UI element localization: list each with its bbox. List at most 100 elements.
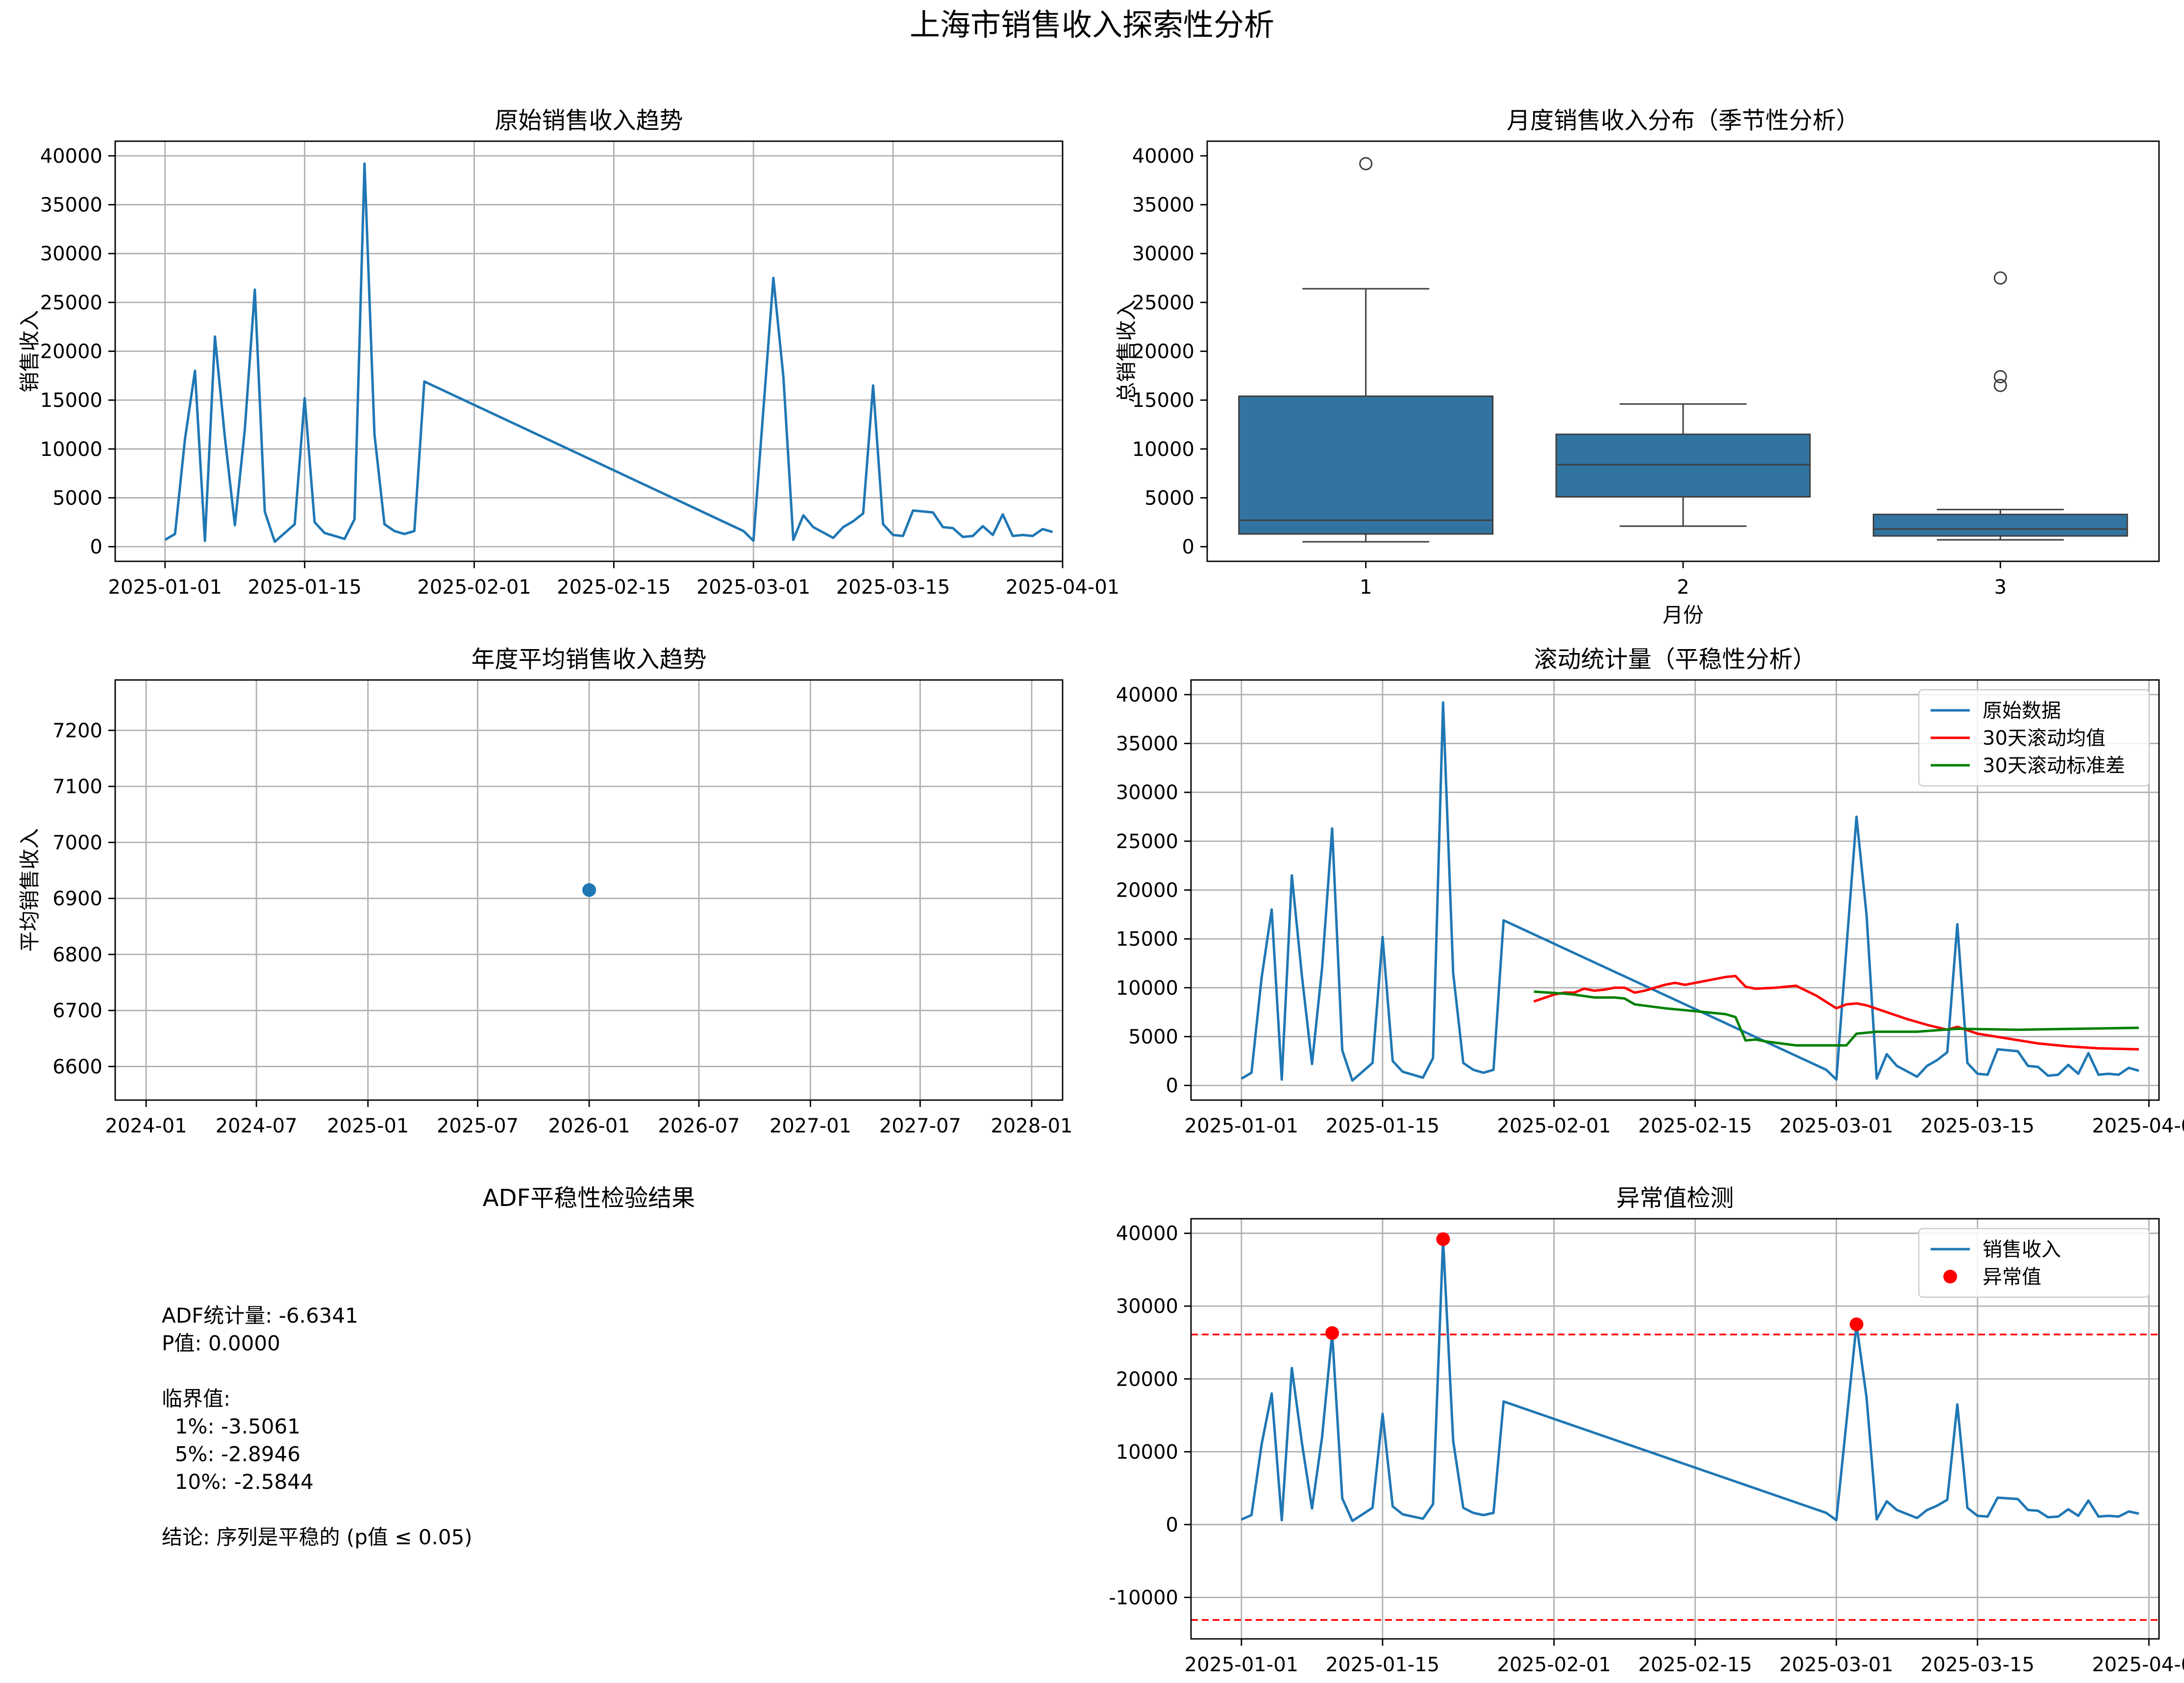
series-line-daily-sales [164,162,1053,543]
x-tick-label: 2025-03-15 [1920,1115,2034,1137]
adf-result-line: 1%: -3.5061 [162,1414,300,1438]
x-tick-label: 2024-01 [105,1115,187,1137]
x-tick-label: 2025-03-01 [1779,1654,1893,1676]
y-tick-label: 20000 [1132,341,1194,363]
chart-title: 异常值检测 [1616,1184,1734,1212]
x-tick-label: 2027-07 [879,1115,961,1137]
box-iqr [1238,395,1494,535]
box-iqr [1555,433,1811,498]
y-tick-label: 6900 [52,888,102,910]
x-tick-label: 2025-03-01 [696,576,810,599]
y-tick-label: 10000 [1132,438,1194,461]
x-tick-label: 2024-07 [216,1115,298,1137]
x-tick-label: 2025-02-15 [557,576,670,599]
x-tick-label: 2025-01-01 [108,576,222,599]
x-tick-label: 2025-01-15 [1326,1654,1439,1676]
y-tick-label: 6600 [52,1055,102,1078]
adf-result-line: 临界值: [162,1387,230,1411]
box-outlier [1359,157,1373,171]
y-axis-label: 总销售收入 [1115,300,1139,402]
x-tick-label: 2025-01-01 [1185,1654,1298,1676]
x-tick-label: 2026-07 [658,1115,740,1137]
rolling-stats-plot: 0 5000 10000 15000 20000 25000 30000 35000 40000… [1116,646,2184,1137]
y-tick-label: 40000 [1132,145,1194,168]
anomaly-point [1436,1232,1450,1246]
x-tick-label: 2 [1677,576,1689,599]
y-tick-label: 6700 [52,1000,102,1022]
y-tick-label: 30000 [40,243,102,265]
x-tick-label: 2025-04-01 [2092,1115,2184,1137]
y-tick-label: 15000 [1116,928,1178,951]
y-axis-label: 平均销售收入 [18,828,42,952]
x-tick-label: 2028-01 [991,1115,1072,1137]
x-tick-label: 2025-02-01 [1497,1115,1611,1137]
x-tick-label: 2025-03-15 [1920,1654,2034,1676]
y-tick-label: 35000 [1116,733,1178,755]
x-tick-label: 2026-01 [548,1115,630,1137]
x-tick-label: 3 [1994,576,2007,599]
anomaly-detection-plot: -10000 0 10000 20000 30000 40000 2025-01-01 202… [1109,1184,2184,1676]
x-tick-label: 2025-02-01 [417,576,531,599]
y-tick-label: 0 [1182,536,1194,558]
y-tick-label: 35000 [40,194,102,217]
chart-title: 原始销售收入趋势 [495,107,683,134]
adf-result-line: ADF统计量: -6.6341 [162,1304,358,1328]
box-iqr [1872,513,2128,537]
x-axis-label: 月份 [1663,603,1704,627]
adf-result-line: 5%: -2.8946 [162,1442,300,1466]
x-tick-label: 2025-07 [437,1115,519,1137]
legend-label: 异常值 [1983,1266,2041,1288]
y-tick-label: 5000 [1128,1026,1178,1048]
y-tick-label: 15000 [1132,389,1194,412]
y-tick-label: 0 [1166,1514,1178,1536]
y-tick-label: 20000 [1116,1368,1178,1391]
x-tick-label: 2025-01-15 [248,576,361,599]
figure-canvas: 上海市销售收入探索性分析 050001000015000200002500030… [18,7,2184,1676]
adf-result-line: P值: 0.0000 [162,1331,280,1356]
legend-label: 原始数据 [1983,700,2061,722]
monthly-box-plot: 0 5000 10000 15000 20000 25000 30000 35000 40000… [1115,107,2160,627]
x-tick-label: 2025-01 [327,1115,409,1137]
y-tick-label: -10000 [1109,1586,1178,1609]
legend-label: 30天滚动标准差 [1983,754,2125,777]
adf-result-line: 结论: 序列是平稳的 (p值 ≤ 0.05) [162,1525,472,1549]
y-tick-label: 20000 [40,341,102,363]
y-tick-label: 7000 [52,831,102,854]
y-tick-label: 40000 [40,145,102,168]
y-tick-label: 25000 [40,292,102,314]
x-tick-label: 2025-01-15 [1326,1115,1439,1137]
y-tick-label: 40000 [1116,684,1178,706]
anomaly-point [1325,1326,1340,1340]
y-tick-label: 40000 [1116,1223,1178,1245]
x-tick-label: 2025-04-01 [1006,576,1119,599]
y-tick-label: 5000 [52,487,102,509]
y-tick-label: 30000 [1132,243,1194,265]
chart-title: 月度销售收入分布（季节性分析） [1507,107,1860,134]
y-tick-label: 7100 [52,776,102,798]
x-tick-label: 2025-02-15 [1638,1654,1752,1676]
x-tick-label: 2027-01 [769,1115,851,1137]
x-tick-label: 2025-02-15 [1638,1115,1752,1137]
legend-label: 30天滚动均值 [1983,727,2106,750]
y-tick-label: 0 [90,536,102,558]
legend-swatch [1943,1270,1957,1283]
y-tick-label: 5000 [1144,487,1194,509]
chart-title: ADF平稳性检验结果 [483,1184,695,1212]
y-tick-label: 10000 [1116,1441,1178,1463]
y-tick-label: 6800 [52,944,102,966]
x-tick-label: 2025-03-01 [1779,1115,1893,1137]
y-tick-label: 25000 [1132,292,1194,314]
box-outlier [1993,271,2007,285]
y-tick-label: 35000 [1132,194,1194,217]
chart-title: 年度平均销售收入趋势 [471,646,706,673]
yearly-mean-plot: 6600 6700 6800 6900 7000 7100 7200 2024-01 2024-… [18,646,1072,1137]
adf-result-line: 10%: -2.5844 [162,1470,314,1494]
y-tick-label: 15000 [40,389,102,412]
y-tick-label: 10000 [1116,977,1178,1000]
y-tick-label: 20000 [1116,879,1178,902]
x-tick-label: 2025-02-01 [1497,1654,1611,1676]
adf-test-panel: ADF平稳性检验结果ADF统计量: -6.6341P值: 0.0000临界值: … [162,1184,695,1549]
data-point [582,883,596,897]
y-tick-label: 30000 [1116,1295,1178,1318]
x-tick-label: 2025-04-01 [2092,1654,2184,1676]
